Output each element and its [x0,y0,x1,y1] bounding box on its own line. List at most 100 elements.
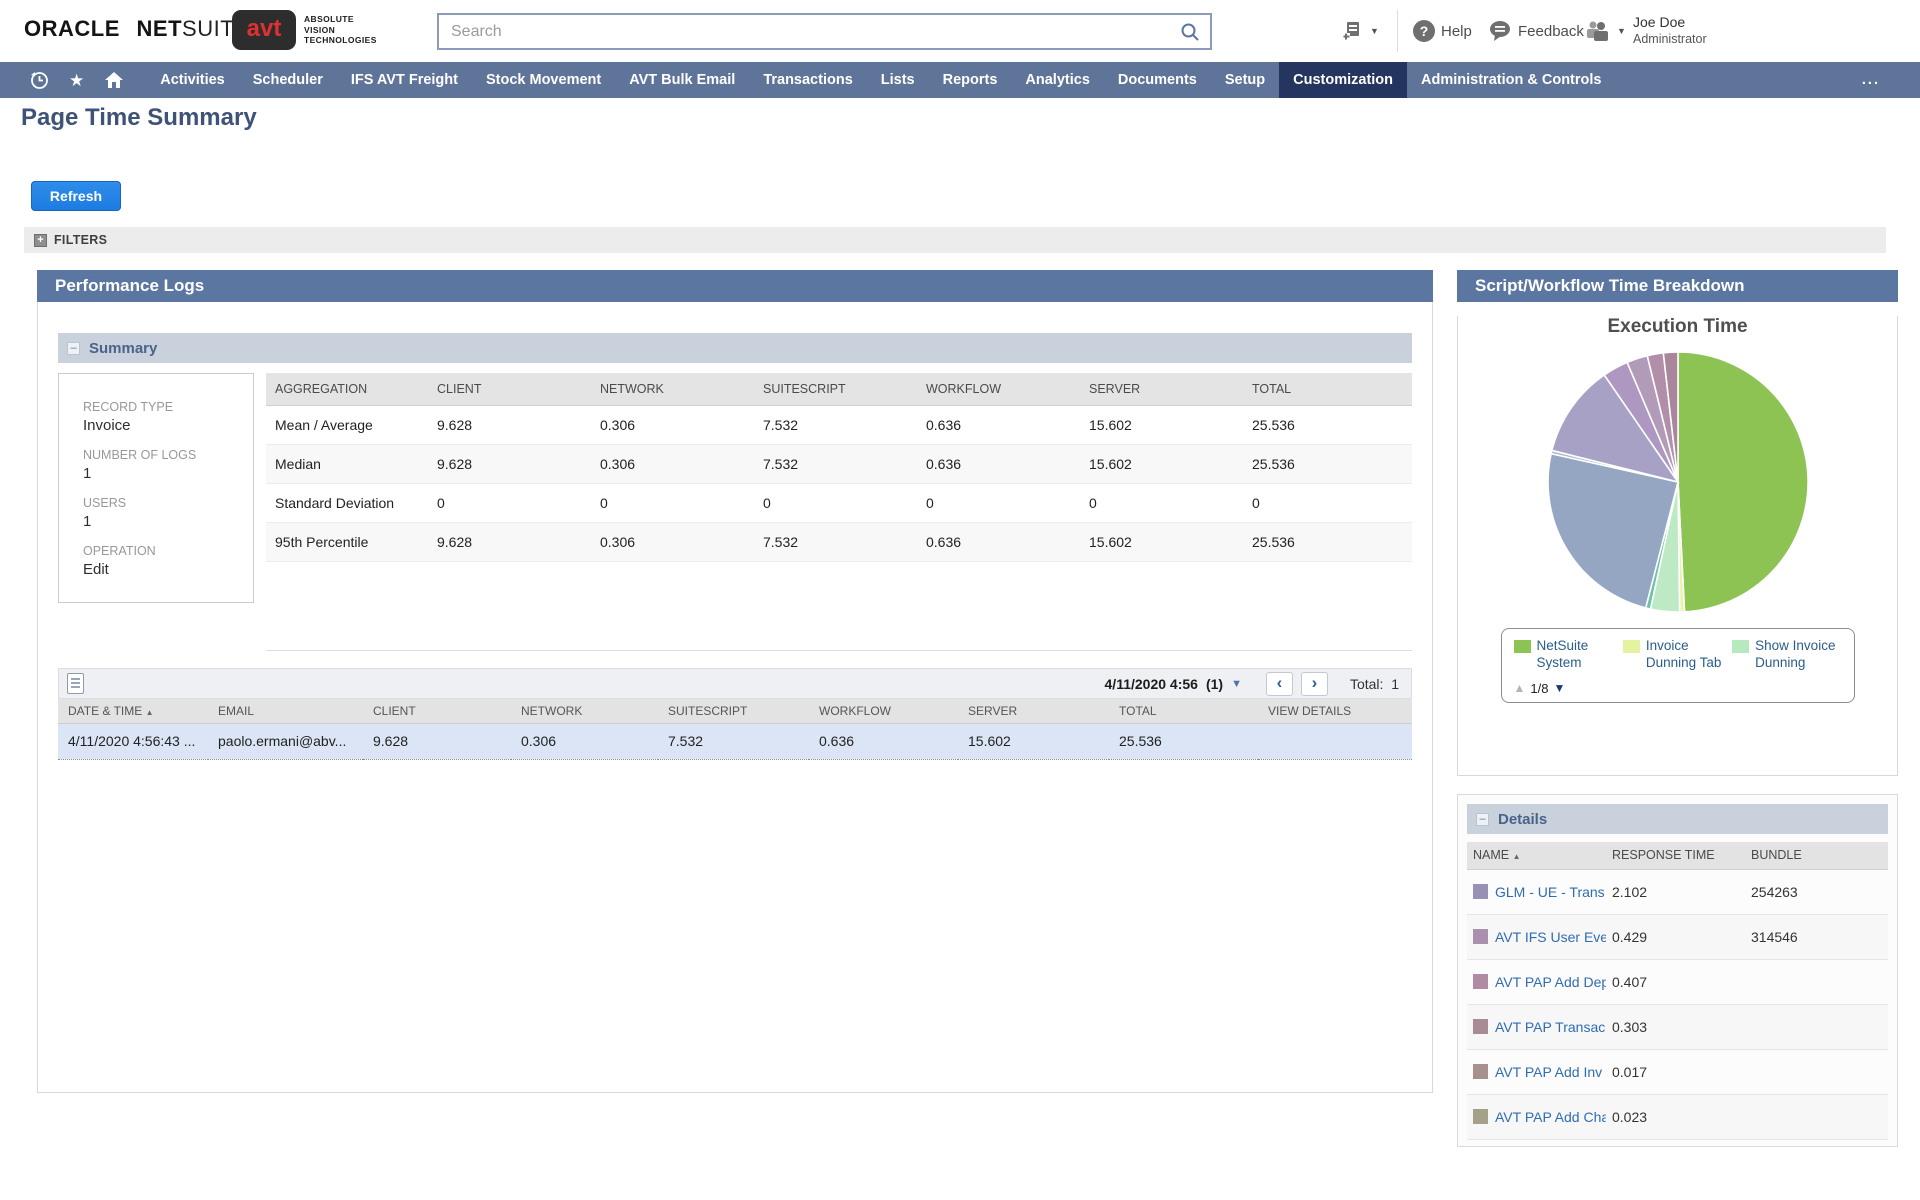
details-script-link[interactable]: AVT PAP Transac [1495,1019,1605,1035]
agg-col-network: NETWORK [591,373,754,405]
search-icon[interactable] [1180,22,1200,42]
help-icon: ? [1413,20,1435,42]
details-col-name[interactable]: NAME ▲ [1467,842,1606,869]
user-menu[interactable]: ▼ [1583,0,1626,62]
agg-col-aggregation: AGGREGATION [266,373,428,405]
nav-item-activities[interactable]: Activities [146,62,238,98]
log-col-workflow[interactable]: WORKFLOW [809,699,958,723]
details-panel: – Details NAME ▲RESPONSE TIMEBUNDLE GLM … [1457,794,1898,1147]
details-swatch-icon [1473,1019,1488,1034]
legend-item-netsuite-system[interactable]: NetSuite System [1514,638,1623,672]
details-body: GLM - UE - Trans2.102254263AVT IFS User … [1467,869,1888,1139]
details-col-bundle[interactable]: BUNDLE [1745,842,1888,869]
nav-icon-group: ★ [0,62,146,98]
log-col-view-details[interactable]: VIEW DETAILS [1258,699,1412,723]
help-button[interactable]: ? Help [1413,0,1472,62]
details-header-row: NAME ▲RESPONSE TIMEBUNDLE [1467,842,1888,869]
nav-item-analytics[interactable]: Analytics [1011,62,1103,98]
pagination-range: 4/11/2020 4:56 [1105,676,1198,692]
log-col-client[interactable]: CLIENT [363,699,511,723]
nav-item-transactions[interactable]: Transactions [749,62,866,98]
legend-prev-icon[interactable]: ▲ [1514,681,1526,695]
log-col-server[interactable]: SERVER [958,699,1109,723]
user-caret-icon: ▼ [1617,26,1626,36]
info-value-operation: Edit [83,561,245,578]
details-script-link[interactable]: AVT PAP Add Dep [1495,974,1606,990]
top-header: ORACLE NETSUITE avt ABSOLUTE VISION TECH… [0,0,1920,62]
log-col-suitescript[interactable]: SUITESCRIPT [658,699,809,723]
agg-cell: 7.532 [754,522,917,561]
nav-item-reports[interactable]: Reports [929,62,1012,98]
legend-item-show-invoice-dunning[interactable]: Show Invoice Dunning [1732,638,1841,672]
nav-item-customization[interactable]: Customization [1279,62,1407,98]
log-col-email[interactable]: EMAIL [208,699,363,723]
prev-page-button[interactable]: ‹ [1266,672,1293,696]
agg-cell: 0 [917,483,1080,522]
details-name-cell: GLM - UE - Trans [1467,869,1606,914]
nav-item-lists[interactable]: Lists [867,62,929,98]
agg-cell: 0 [591,483,754,522]
details-col-response-time[interactable]: RESPONSE TIME [1606,842,1745,869]
nav-item-setup[interactable]: Setup [1211,62,1279,98]
details-bundle-cell [1745,1004,1888,1049]
next-page-button[interactable]: › [1301,672,1328,696]
nav-item-scheduler[interactable]: Scheduler [239,62,337,98]
pie-slice-netsuite-system[interactable] [1678,352,1808,612]
details-name-cell: AVT PAP Add Cha [1467,1094,1606,1139]
nav-item-avt-bulk-email[interactable]: AVT Bulk Email [615,62,749,98]
nav-item-stock-movement[interactable]: Stock Movement [472,62,615,98]
chart-title: Execution Time [1458,316,1897,338]
legend-next-icon[interactable]: ▼ [1553,681,1565,695]
logs-table: DATE & TIME ▲EMAILCLIENTNETWORKSUITESCRI… [58,699,1412,760]
log-cell: 4/11/2020 4:56:43 ... [58,723,208,759]
info-label-record-type: RECORD TYPE [83,400,245,414]
legend-swatch-icon [1623,640,1640,653]
log-col-total[interactable]: TOTAL [1109,699,1258,723]
log-row[interactable]: 4/11/2020 4:56:43 ...paolo.ermani@abv...… [58,723,1412,759]
avt-logo: avt ABSOLUTE VISION TECHNOLOGIES [232,10,377,50]
log-cell: 0.306 [511,723,658,759]
details-row: AVT PAP Transac0.303 [1467,1004,1888,1049]
collapse-minus-icon[interactable]: – [67,342,80,355]
details-bundle-cell [1745,1049,1888,1094]
pagination-dropdown-icon[interactable]: ▼ [1231,678,1242,690]
refresh-button[interactable]: Refresh [31,181,121,211]
filters-toggle[interactable]: + FILTERS [24,227,1886,253]
home-icon[interactable] [104,71,124,89]
log-cell: 15.602 [958,723,1109,759]
nav-item-ifs-avt-freight[interactable]: IFS AVT Freight [337,62,472,98]
details-collapse-minus-icon[interactable]: – [1476,813,1489,826]
log-col-network[interactable]: NETWORK [511,699,658,723]
recent-records-icon[interactable] [30,71,49,90]
agg-cell: 25.536 [1243,405,1412,444]
breakdown-header: Script/Workflow Time Breakdown [1457,270,1898,302]
nav-more-button[interactable]: ... [1848,62,1894,98]
log-cell: 7.532 [658,723,809,759]
nav-items: ActivitiesSchedulerIFS AVT FreightStock … [146,62,1920,98]
feedback-label: Feedback [1518,23,1584,40]
agg-cell: 9.628 [428,522,591,561]
feedback-button[interactable]: Feedback [1488,0,1584,62]
nav-item-documents[interactable]: Documents [1104,62,1211,98]
shortcuts-star-icon[interactable]: ★ [69,72,84,89]
details-script-link[interactable]: GLM - UE - Trans [1495,884,1605,900]
agg-col-client: CLIENT [428,373,591,405]
log-col-date-time[interactable]: DATE & TIME ▲ [58,699,208,723]
details-script-link[interactable]: AVT PAP Add Inv [1495,1064,1602,1080]
quick-add-icon [1340,19,1364,43]
agg-cell: 15.602 [1080,444,1243,483]
sort-asc-icon: ▲ [146,708,154,717]
agg-cell: 9.628 [428,405,591,444]
search-input[interactable] [439,23,1180,41]
agg-cell: Standard Deviation [266,483,428,522]
logs-header-row: DATE & TIME ▲EMAILCLIENTNETWORKSUITESCRI… [58,699,1412,723]
details-script-link[interactable]: AVT PAP Add Cha [1495,1109,1606,1125]
avt-logo-mark: avt [232,10,296,50]
log-cell: 9.628 [363,723,511,759]
nav-item-administration-controls[interactable]: Administration & Controls [1407,62,1615,98]
quick-add-control[interactable]: ▼ [1340,0,1379,62]
details-swatch-icon [1473,1064,1488,1079]
legend-item-invoice-dunning-tab[interactable]: Invoice Dunning Tab [1623,638,1732,672]
details-script-link[interactable]: AVT IFS User Eve [1495,929,1606,945]
export-document-icon[interactable] [67,673,84,694]
